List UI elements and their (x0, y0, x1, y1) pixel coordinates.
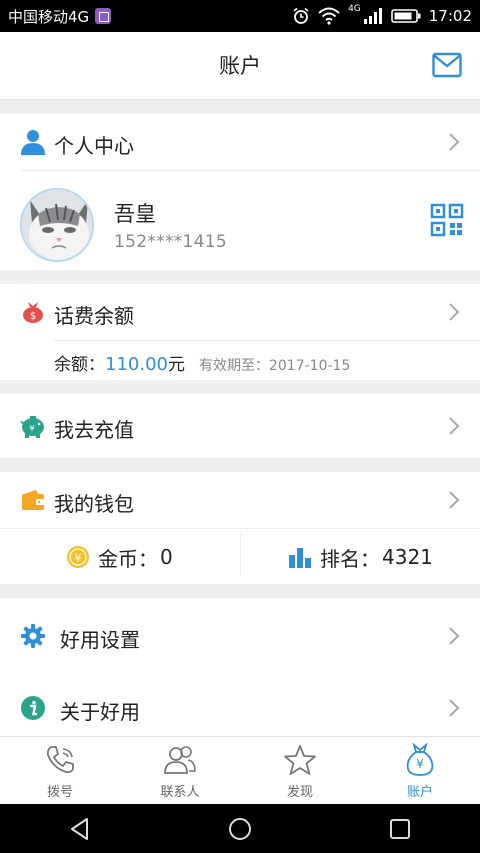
chevron-right-icon (449, 303, 460, 321)
app-header: 账户 (0, 32, 480, 100)
gallery-notification-icon (95, 8, 112, 24)
chevron-right-icon (449, 133, 460, 151)
bottom-tab-bar: 拨号 联系人 发现 ¥ 账户 (0, 736, 480, 804)
info-icon (20, 695, 46, 721)
coins-stat[interactable]: ¥ 金币： 0 (66, 540, 173, 574)
phone-icon (46, 746, 74, 774)
recharge-row[interactable]: ¥ 我去充值 (0, 394, 480, 458)
system-nav-bar (0, 804, 480, 853)
rank-label: 排名： (320, 546, 380, 571)
carrier-text: 中国移动4G (8, 7, 90, 26)
balance-divider (54, 340, 480, 341)
balance-section-label: 话费余额 (54, 304, 134, 328)
chevron-right-icon (449, 491, 460, 509)
wallet-separator (240, 534, 241, 576)
avatar[interactable] (20, 188, 94, 262)
contacts-icon (164, 746, 196, 774)
alarm-icon (293, 7, 309, 24)
expiry-label: 有效期至： (198, 358, 269, 374)
tab-account[interactable]: ¥ 账户 (360, 737, 480, 804)
mail-icon[interactable] (432, 52, 462, 78)
about-row[interactable]: 关于好用 (0, 678, 480, 738)
coin-icon: ¥ (67, 546, 89, 568)
money-bag-icon: ¥ (406, 743, 434, 776)
wallet-row[interactable]: 我的钱包 (0, 472, 480, 528)
expiry-date: 2017-10-15 (268, 358, 351, 374)
about-label: 关于好用 (60, 700, 140, 724)
tab-dial[interactable]: 拨号 (0, 737, 120, 804)
svg-text:¥: ¥ (416, 757, 424, 771)
svg-text:¥: ¥ (29, 424, 34, 433)
carrier-area: 中国移动4G (8, 6, 112, 27)
balance-row[interactable]: $ 话费余额 (0, 284, 480, 340)
balance-prefix: 余额： (54, 355, 105, 375)
star-icon (284, 745, 316, 775)
wifi-icon (318, 7, 340, 25)
rank-stat[interactable]: 排名： 4321 (288, 540, 433, 574)
rank-value: 4321 (382, 545, 433, 569)
settings-label: 好用设置 (60, 628, 140, 652)
recents-icon[interactable] (387, 816, 413, 842)
tab-discover-label: 发现 (286, 785, 313, 800)
battery-icon (390, 9, 421, 23)
tab-discover[interactable]: 发现 (240, 737, 360, 804)
wallet-label: 我的钱包 (54, 492, 134, 516)
chevron-right-icon (449, 417, 460, 435)
signal-icon (363, 8, 382, 24)
status-bar: 中国移动4G 4G 17:02 (0, 0, 480, 32)
tab-dial-label: 拨号 (46, 785, 73, 800)
settings-row[interactable]: 好用设置 (0, 606, 480, 666)
svg-text:$: $ (30, 311, 36, 322)
svg-text:¥: ¥ (75, 552, 82, 565)
balance-unit: 元 (167, 355, 185, 375)
back-icon[interactable] (67, 816, 93, 842)
user-name: 吾皇 (114, 202, 156, 226)
wallet-divider (0, 528, 480, 529)
personal-center-label: 个人中心 (54, 134, 134, 158)
tab-account-label: 账户 (406, 785, 433, 800)
clock-time: 17:02 (428, 7, 472, 25)
user-icon (20, 129, 46, 155)
network-type: 4G (348, 4, 361, 14)
tab-contacts[interactable]: 联系人 (120, 737, 240, 804)
wallet-icon (20, 487, 46, 513)
bar-chart-icon (289, 548, 311, 568)
chevron-right-icon (449, 699, 460, 717)
home-icon[interactable] (227, 816, 253, 842)
status-icons: 4G 17:02 (292, 4, 472, 25)
page-title: 账户 (219, 54, 261, 78)
gear-icon (20, 623, 46, 649)
chevron-right-icon (449, 627, 460, 645)
balance-detail: 余额： 110.00 元 有效期至： 2017-10-15 (54, 350, 350, 375)
recharge-label: 我去充值 (54, 418, 134, 442)
qr-code-icon[interactable] (430, 203, 464, 237)
coins-value: 0 (160, 545, 173, 569)
user-phone: 152****1415 (114, 232, 228, 252)
profile-divider (20, 170, 480, 171)
tab-contacts-label: 联系人 (160, 785, 200, 800)
piggy-bank-icon: ¥ (20, 413, 46, 439)
coins-label: 金币： (98, 546, 158, 571)
money-bag-red-icon: $ (20, 299, 46, 325)
personal-center-row[interactable]: 个人中心 (0, 114, 480, 170)
balance-amount: 110.00 (105, 354, 168, 375)
